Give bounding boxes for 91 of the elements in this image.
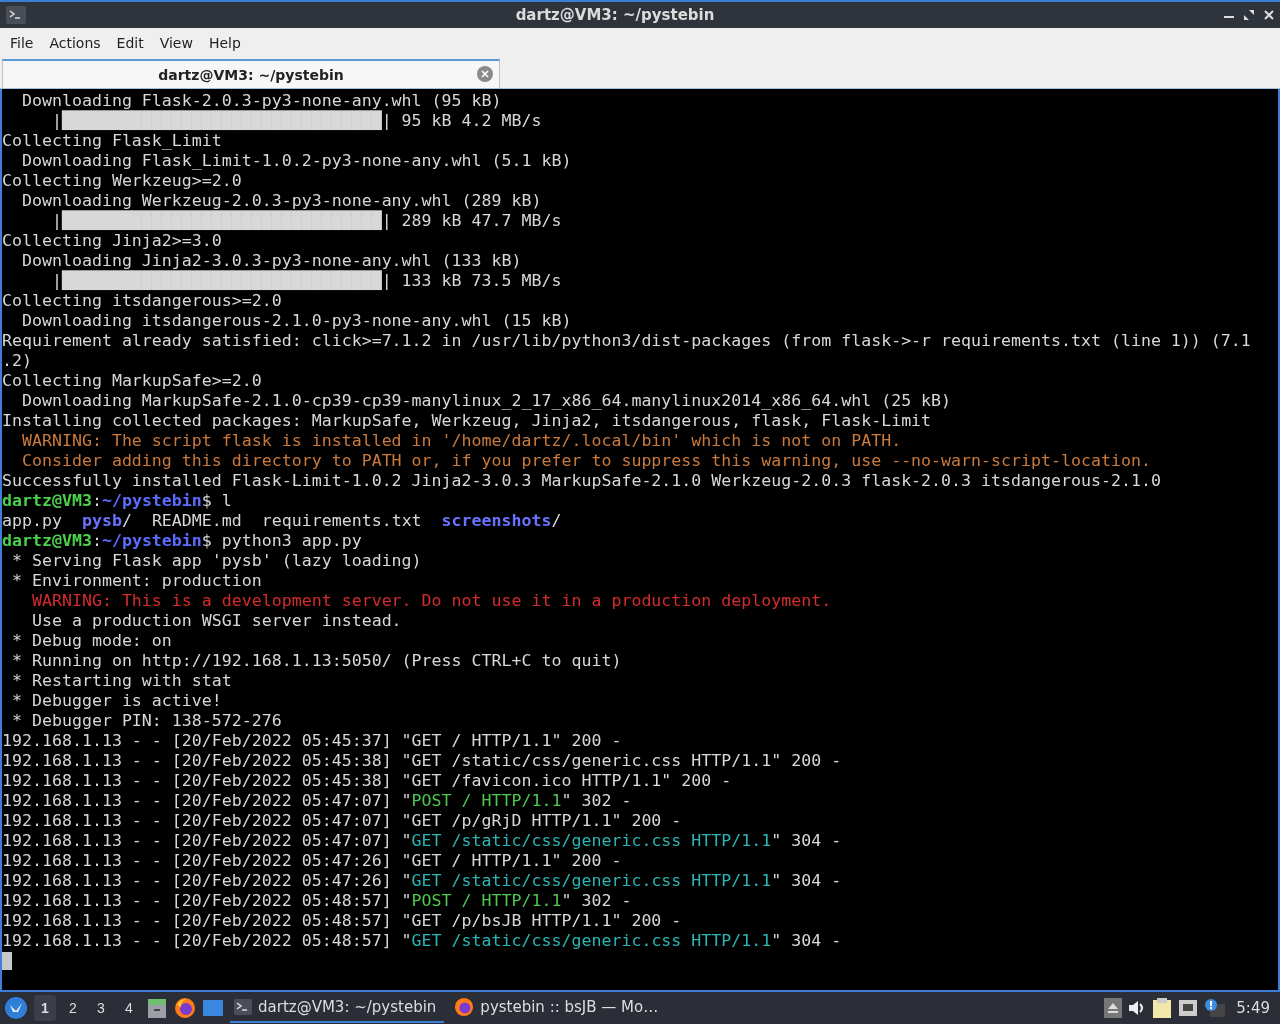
terminal-text: dartz@VM3 (2, 491, 92, 511)
terminal-text: 192.168.1.13 - - [20/Feb/2022 05:48:57] " (2, 891, 412, 911)
menu-item[interactable]: Edit (108, 35, 152, 51)
terminal-text: : (91, 531, 102, 551)
terminal-text: 192.168.1.13 - - [20/Feb/2022 05:47:26] " (2, 871, 412, 891)
workspace-button[interactable]: 3 (90, 995, 112, 1021)
terminal-text: ~/pystebin (101, 531, 202, 551)
terminal-text: Downloading Werkzeug-2.0.3-py3-none-any.whl (289 kB) (20, 191, 542, 211)
terminal-text: $ python3 app.py (201, 531, 362, 551)
terminal-text: * Running on http://192.168.1.13:5050/ (Press CTRL+C to quit) (11, 651, 622, 671)
terminal-text: pysb (81, 511, 122, 531)
window-title: dartz@VM3: ~/pystebin (514, 6, 716, 24)
terminal-text: Collecting Flask_Limit (2, 131, 222, 151)
menu-item[interactable]: Actions (41, 35, 109, 51)
task-button[interactable]: pystebin :: bsJB — Mo… (450, 993, 667, 1023)
terminal-text: Collecting Werkzeug>=2.0 (2, 171, 242, 191)
network-icon[interactable] (1178, 999, 1199, 1017)
notification-icon[interactable] (1204, 998, 1227, 1018)
terminal-text: Downloading Jinja2-3.0.3-py3-none-any.whl (133 kB) (20, 251, 522, 271)
firefox-icon (454, 997, 475, 1017)
terminal-icon (6, 6, 26, 24)
terminal-text: " 304 - (771, 871, 842, 891)
menu-item[interactable]: File (2, 35, 42, 51)
terminal-text: Collecting Jinja2>=3.0 (2, 231, 222, 251)
terminal-text: * Restarting with stat (11, 671, 232, 691)
terminal-text: |████████████████████████████████| 133 kB 73.5 MB/s (51, 271, 562, 291)
file-cabinet-icon[interactable] (146, 997, 168, 1019)
workspace-button[interactable]: 1 (34, 995, 56, 1021)
terminal-text: Successfully installed Flask-Limit-1.0.2 Jinja2-3.0.3 MarkupSafe-2.1.0 Werkzeug-2.0.3 flask-2.0.3 itsdangerous-2.1.0 (2, 471, 1161, 491)
maximize-icon[interactable] (1244, 10, 1254, 20)
terminal-text: Collecting itsdangerous>=2.0 (2, 291, 282, 311)
terminal-text: WARNING: This is a development server. Do not use it in a production deployment. (30, 591, 832, 611)
terminal-text: " 302 - (561, 791, 632, 811)
text-cursor (2, 952, 12, 970)
terminal-text: 192.168.1.13 - - [20/Feb/2022 05:47:07] " (2, 791, 412, 811)
clock: 5:49 (1236, 999, 1270, 1017)
terminal-text: Consider adding this directory to PATH or, if you prefer to suppress this warning, use --no-warn-script-location. (20, 451, 1151, 471)
terminal-text: " 302 - (561, 891, 632, 911)
terminal-text: GET /static/css/generic.css HTTP/1.1 (411, 831, 772, 851)
terminal-text: |████████████████████████████████| 95 kB 4.2 MB/s (51, 111, 542, 131)
terminal-text: 192.168.1.13 - - [20/Feb/2022 05:45:38] "GET /static/css/generic.css HTTP/1.1" 200 - (2, 751, 842, 771)
terminal-text: GET /static/css/generic.css HTTP/1.1 (411, 931, 772, 951)
terminal-text: Installing collected packages: MarkupSafe, Werkzeug, Jinja2, itsdangerous, flask, Flask-Limit (2, 411, 932, 431)
menu-item[interactable]: View (151, 35, 201, 51)
terminal-text: / README.md requirements.txt (121, 511, 423, 531)
terminal-tab[interactable]: dartz@VM3: ~/pystebin (2, 59, 500, 88)
close-icon[interactable] (1264, 10, 1274, 20)
eject-icon[interactable] (1104, 998, 1123, 1018)
terminal-text: ~/pystebin (101, 491, 202, 511)
menu-item[interactable]: Help (200, 35, 249, 51)
workspace-button[interactable]: 2 (62, 995, 84, 1021)
terminal-text: / (551, 511, 562, 531)
desktop-icon[interactable] (202, 998, 224, 1018)
terminal-text: $ l (201, 491, 232, 511)
terminal-text: Downloading Flask_Limit-1.0.2-py3-none-any.whl (5.1 kB) (20, 151, 572, 171)
terminal-text: 192.168.1.13 - - [20/Feb/2022 05:45:38] "GET /favicon.ico HTTP/1.1" 200 - (2, 771, 732, 791)
terminal-text: * Debug mode: on (11, 631, 172, 651)
terminal-text: * Environment: production (11, 571, 262, 591)
terminal-text: dartz@VM3 (2, 531, 92, 551)
terminal-text: Downloading MarkupSafe-2.1.0-cp39-cp39-manylinux_2_17_x86_64.manylinux2014_x86_64.whl (25 kB) (20, 391, 952, 411)
terminal-text: " 304 - (771, 931, 842, 951)
terminal-text: 192.168.1.13 - - [20/Feb/2022 05:45:37] "GET / HTTP/1.1" 200 - (2, 731, 622, 751)
terminal-text: POST / HTTP/1.1 (411, 791, 562, 811)
terminal-text: 192.168.1.13 - - [20/Feb/2022 05:47:26] "GET / HTTP/1.1" 200 - (2, 851, 622, 871)
terminal-text: app.py (2, 511, 63, 531)
terminal-text: * Serving Flask app 'pysb' (lazy loading) (11, 551, 422, 571)
terminal-text: Downloading itsdangerous-2.1.0-py3-none-any.whl (15 kB) (20, 311, 572, 331)
terminal-text: Use a production WSGI server instead. (30, 611, 402, 631)
terminal-text: 192.168.1.13 - - [20/Feb/2022 05:47:07] "GET /p/gRjD HTTP/1.1" 200 - (2, 811, 682, 831)
terminal-text: Collecting MarkupSafe>=2.0 (2, 371, 262, 391)
terminal-text: GET /static/css/generic.css HTTP/1.1 (411, 871, 772, 891)
terminal-text: : (91, 491, 102, 511)
terminal-text: WARNING: The script flask is installed in '/home/dartz/.local/bin' which is not on PATH. (20, 431, 902, 451)
terminal-text: * Debugger PIN: 138-572-276 (11, 711, 282, 731)
terminal-icon (234, 999, 252, 1015)
terminal-text: Requirement already satisfied: click>=7.1.2 in /usr/lib/python3/dist-packages (from flask->-r requirements.txt (line 1)) (7.1 (2, 331, 1251, 351)
terminal-text: .2) (2, 351, 32, 371)
terminal-text: POST / HTTP/1.1 (411, 891, 562, 911)
workspace-button[interactable]: 4 (118, 995, 140, 1021)
terminal-text: " 304 - (771, 831, 842, 851)
clipboard-icon[interactable] (1152, 997, 1173, 1019)
terminal-text: 192.168.1.13 - - [20/Feb/2022 05:47:07] " (2, 831, 412, 851)
terminal-text: Downloading Flask-2.0.3-py3-none-any.whl (95 kB) (20, 91, 502, 111)
terminal-text: 192.168.1.13 - - [20/Feb/2022 05:48:57] "GET /p/bsJB HTTP/1.1" 200 - (2, 911, 682, 931)
start-menu-icon[interactable] (4, 996, 28, 1020)
terminal-text: 192.168.1.13 - - [20/Feb/2022 05:48:57] " (2, 931, 412, 951)
terminal-text: |████████████████████████████████| 289 kB 47.7 MB/s (51, 211, 562, 231)
terminal-text: * Debugger is active! (11, 691, 222, 711)
firefox-icon[interactable] (174, 997, 196, 1019)
task-button[interactable]: dartz@VM3: ~/pystebin (230, 993, 445, 1023)
terminal-text: screenshots (441, 511, 552, 531)
